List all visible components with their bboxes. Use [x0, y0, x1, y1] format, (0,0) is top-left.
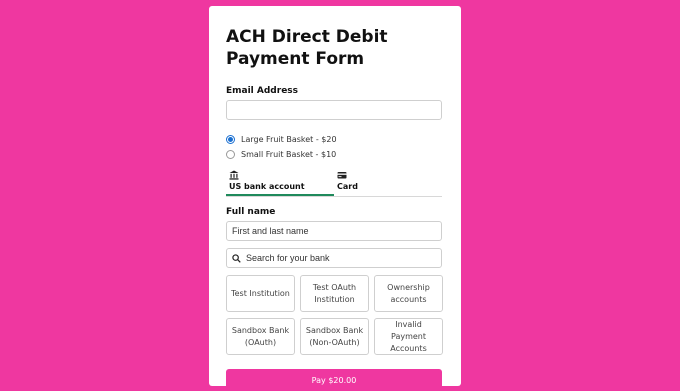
- full-name-placeholder: First and last name: [232, 226, 309, 236]
- bank-options-grid: Test Institution Test OAuth Institution …: [226, 275, 443, 355]
- option-label: Large Fruit Basket - $20: [241, 135, 337, 144]
- bank-option-ownership-accounts[interactable]: Ownership accounts: [374, 275, 443, 312]
- tab-label: US bank account: [229, 182, 305, 191]
- form-title: ACH Direct Debit Payment Form: [226, 27, 388, 69]
- full-name-field[interactable]: First and last name: [226, 221, 442, 241]
- bank-icon: [229, 170, 334, 181]
- search-icon: [232, 253, 241, 263]
- option-label: Small Fruit Basket - $10: [241, 150, 337, 159]
- option-large-fruit-basket[interactable]: Large Fruit Basket - $20: [226, 132, 444, 147]
- radio-button-selected[interactable]: [226, 135, 235, 144]
- bank-search-placeholder: Search for your bank: [246, 253, 330, 263]
- option-small-fruit-basket[interactable]: Small Fruit Basket - $10: [226, 147, 444, 162]
- payment-method-tabs: US bank account Card: [226, 170, 442, 197]
- product-options: Large Fruit Basket - $20 Small Fruit Bas…: [226, 132, 444, 162]
- email-field[interactable]: [226, 100, 442, 120]
- bank-option-sandbox-bank-non-oauth[interactable]: Sandbox Bank (Non-OAuth): [300, 318, 369, 355]
- bank-option-test-oauth-institution[interactable]: Test OAuth Institution: [300, 275, 369, 312]
- full-name-label: Full name: [226, 207, 276, 217]
- payment-form-card: ACH Direct Debit Payment Form Email Addr…: [209, 6, 461, 391]
- tab-card[interactable]: Card: [334, 170, 442, 196]
- email-label: Email Address: [226, 86, 299, 96]
- bank-option-sandbox-bank-oauth[interactable]: Sandbox Bank (OAuth): [226, 318, 295, 355]
- bank-option-test-institution[interactable]: Test Institution: [226, 275, 295, 312]
- bank-option-invalid-payment-accounts[interactable]: Invalid Payment Accounts: [374, 318, 443, 355]
- tab-label: Card: [337, 182, 358, 191]
- tab-us-bank-account[interactable]: US bank account: [226, 170, 334, 196]
- bank-search-input[interactable]: Search for your bank: [226, 248, 442, 268]
- pay-button[interactable]: Pay $20.00: [226, 369, 442, 391]
- radio-button[interactable]: [226, 150, 235, 159]
- card-icon: [337, 170, 442, 181]
